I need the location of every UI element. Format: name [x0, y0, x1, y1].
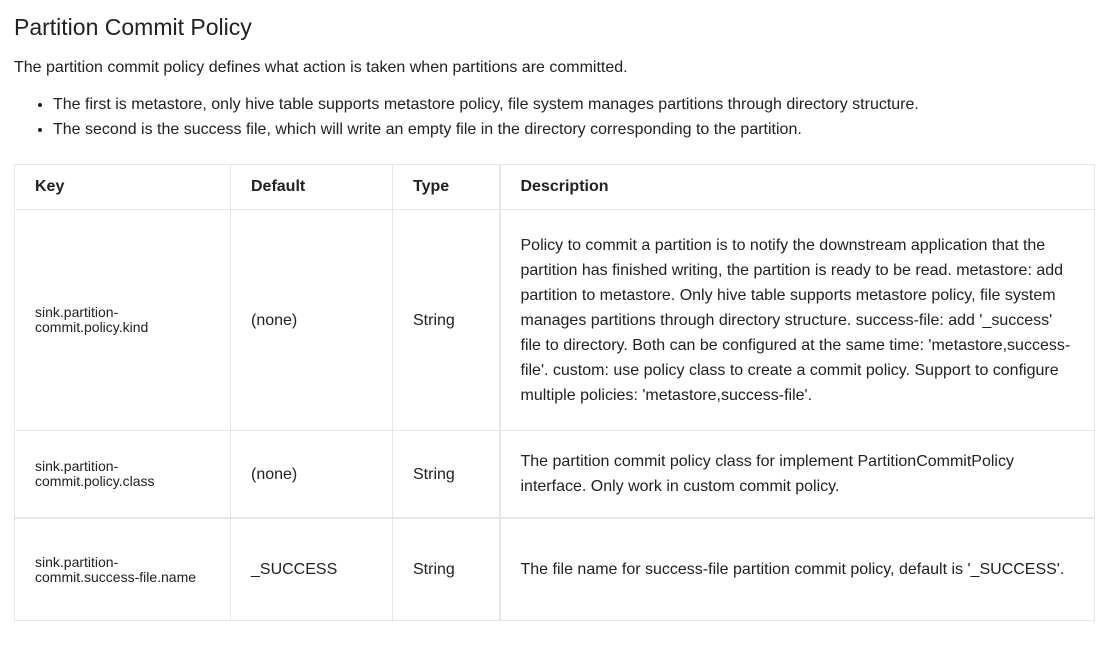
option-key-cell: sink.partition-commit.policy.kind — [14, 209, 231, 431]
doc-page: Partition Commit Policy The partition co… — [0, 0, 1120, 621]
option-description-cell: The file name for success-file partition… — [498, 517, 1095, 621]
config-options-table: Key Default Type Description sink.partit… — [14, 164, 1095, 621]
section-title: Partition Commit Policy — [14, 14, 252, 40]
bullet-item: The second is the success file, which wi… — [53, 117, 1120, 142]
option-type-cell: String — [392, 430, 500, 519]
column-header-type: Type — [392, 164, 500, 210]
section-intro: The partition commit policy defines what… — [14, 59, 628, 76]
option-default-cell: (none) — [230, 430, 393, 519]
option-default-cell: (none) — [230, 209, 393, 431]
table-row: sink.partition-commit.policy.kind (none)… — [14, 209, 1095, 431]
table-header-row: Key Default Type Description — [14, 164, 1095, 210]
option-default-cell: _SUCCESS — [230, 517, 393, 621]
option-type-cell: String — [392, 517, 500, 621]
option-key-cell: sink.partition-commit.success-file.name — [14, 517, 231, 621]
option-description-cell: Policy to commit a partition is to notif… — [498, 209, 1095, 431]
policy-bullet-list: The first is metastore, only hive table … — [14, 92, 1120, 142]
option-type-cell: String — [392, 209, 500, 431]
option-key-cell: sink.partition-commit.policy.class — [14, 430, 231, 519]
column-header-description: Description — [498, 164, 1095, 210]
bullet-item: The first is metastore, only hive table … — [53, 92, 1120, 117]
column-header-default: Default — [230, 164, 393, 210]
column-header-key: Key — [14, 164, 231, 210]
table-row: sink.partition-commit.policy.class (none… — [14, 430, 1095, 519]
option-description-cell: The partition commit policy class for im… — [498, 430, 1095, 519]
table-row: sink.partition-commit.success-file.name … — [14, 517, 1095, 621]
